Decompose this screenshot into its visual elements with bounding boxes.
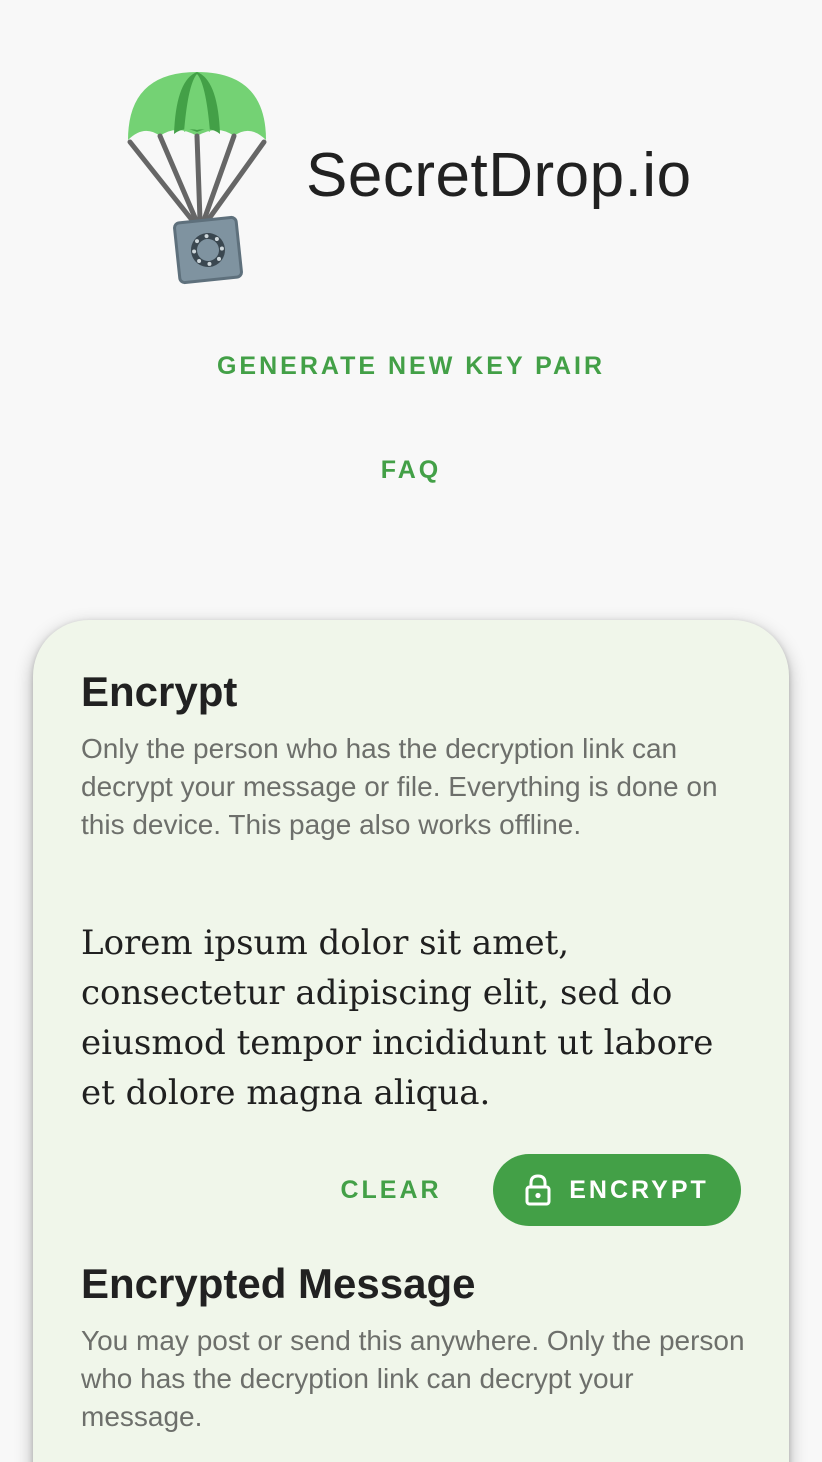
encrypt-button[interactable]: ENCRYPT [493,1154,741,1226]
clear-button[interactable]: CLEAR [323,1154,459,1226]
generate-key-pair-link[interactable]: GENERATE NEW KEY PAIR [0,352,822,381]
faq-link[interactable]: FAQ [0,456,822,485]
encrypt-heading: Encrypt [81,668,238,715]
page: SecretDrop.io GENERATE NEW KEY PAIR FAQ … [0,0,822,1462]
encrypted-message-description: You may post or send this anywhere. Only… [81,1325,745,1432]
encrypted-message-heading: Encrypted Message [81,1260,476,1307]
brand-title: SecretDrop.io [306,141,692,210]
encrypt-button-label: ENCRYPT [569,1175,709,1204]
encrypt-description: Only the person who has the decryption l… [81,733,718,840]
encrypt-card: Encrypt Only the person who has the decr… [33,620,789,1462]
message-input[interactable]: Lorem ipsum dolor sit amet, consectetur … [81,918,751,1118]
lock-icon [525,1174,551,1206]
parachute-safe-icon [122,70,272,286]
